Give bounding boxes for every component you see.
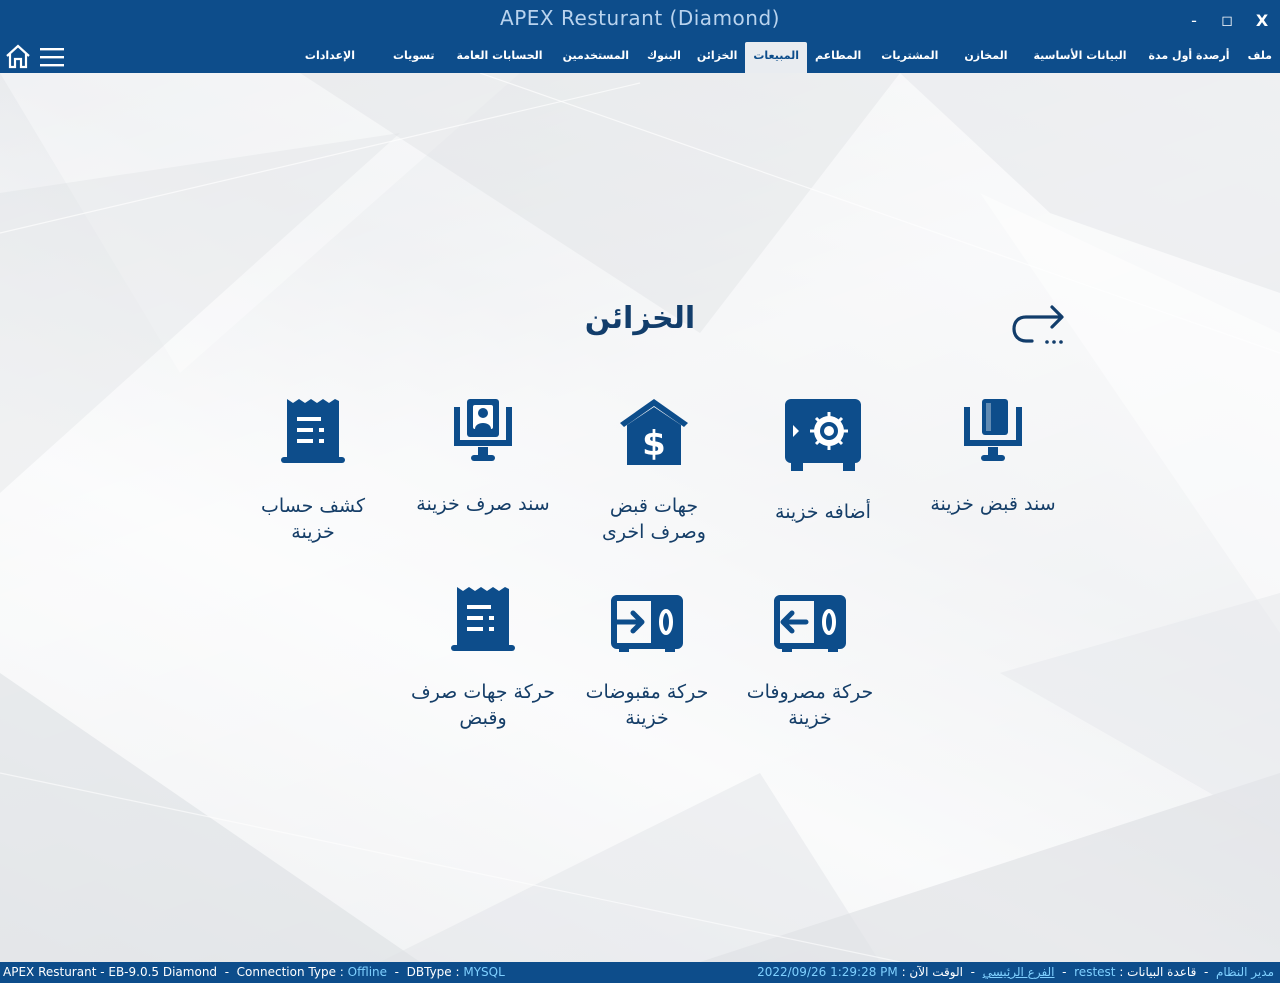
receipt-voucher-icon <box>964 399 1022 461</box>
menu-treasuries[interactable]: الخزائن <box>689 42 745 73</box>
main-menu: ملف أرصدة أول مدة البيانات الأساسية المخ… <box>293 42 1280 73</box>
menu-banks[interactable]: البنوك <box>639 42 689 73</box>
tile-treasury-statement[interactable]: كشف حساب خزينة <box>238 395 388 545</box>
statement-icon <box>281 399 345 463</box>
tile-expenses-movement[interactable]: حركة مصروفات خزينة <box>735 595 885 731</box>
status-separator: - <box>224 965 230 979</box>
safe-in-icon <box>611 595 683 652</box>
safe-out-icon <box>774 595 846 652</box>
status-separator: - <box>970 965 975 979</box>
tile-label: جهات قبض وصرف اخرى <box>579 493 729 545</box>
status-time-value: 2022/09/26 1:29:28 PM <box>757 965 898 979</box>
tile-parties-movement[interactable]: حركة جهات صرف وقبض <box>408 585 558 731</box>
menu-general-accounts[interactable]: الحسابات العامة <box>447 42 553 73</box>
tile-label: أضافه خزينة <box>775 501 871 523</box>
status-connection-label: Connection Type : <box>236 965 344 979</box>
movement-statement-icon <box>451 587 515 651</box>
status-bar: APEX Resturant - EB-9.0.5 Diamond - Conn… <box>0 962 1280 983</box>
payment-voucher-icon <box>454 399 512 461</box>
status-separator: - <box>1062 965 1067 979</box>
back-button[interactable] <box>1010 299 1070 347</box>
tile-receipts-movement[interactable]: حركة مقبوضات خزينة <box>572 595 722 731</box>
menu-stores[interactable]: المخازن <box>950 42 1021 73</box>
tile-label: حركة جهات صرف وقبض <box>408 679 558 731</box>
status-separator: - <box>1203 965 1209 979</box>
tile-label-line2: خزينة <box>788 707 832 729</box>
status-dbtype-label: DBType : <box>406 965 460 979</box>
tile-label-line1: حركة جهات صرف <box>410 681 556 703</box>
home-icon <box>6 44 30 69</box>
tile-label: حركة مصروفات خزينة <box>735 679 885 731</box>
minimize-button[interactable]: - <box>1181 8 1207 34</box>
safe-icon <box>785 399 861 471</box>
tile-label-line1: كشف حساب <box>260 495 366 517</box>
status-user: مدير النظام <box>1215 965 1274 979</box>
menu-basic-data[interactable]: البيانات الأساسية <box>1021 42 1138 73</box>
svg-text:$: $ <box>642 424 666 464</box>
home-button[interactable] <box>4 42 32 70</box>
status-dbtype-value: MYSQL <box>463 965 505 979</box>
menu-settings[interactable]: الإعدادات <box>293 42 381 73</box>
tile-label-line2: وقبض <box>459 707 507 729</box>
status-right: مدير النظام - قاعدة البيانات : restest -… <box>757 962 1274 983</box>
tile-label-line1: حركة مقبوضات <box>585 681 709 703</box>
status-connection-value: Offline <box>347 965 388 979</box>
status-time-label: الوقت الآن : <box>901 965 963 979</box>
tile-label: سند صرف خزينة <box>416 493 550 515</box>
tile-label-line2: وصرف اخرى <box>602 521 706 543</box>
menu-restaurants[interactable]: المطاعم <box>807 42 869 73</box>
tile-payment-voucher[interactable]: سند صرف خزينة <box>408 395 558 517</box>
close-button[interactable]: X <box>1249 8 1275 34</box>
menu-purchases[interactable]: المشتريات <box>869 42 950 73</box>
tile-label-line1: جهات قبض <box>609 495 699 517</box>
status-database-label: قاعدة البيانات : <box>1119 965 1197 979</box>
status-database-value: restest <box>1074 965 1116 979</box>
tile-label: كشف حساب خزينة <box>238 493 388 545</box>
menu-users[interactable]: المستخدمين <box>553 42 639 73</box>
status-separator: - <box>394 965 399 979</box>
menu-settlements[interactable]: تسويات <box>381 42 447 73</box>
tile-label-line2: خزينة <box>291 521 335 543</box>
tile-label-line1: حركة مصروفات <box>746 681 874 703</box>
tile-label: سند قبض خزينة <box>930 493 1056 515</box>
window-title: APEX Resturant (Diamond) <box>500 6 780 30</box>
page-title: الخزائن <box>584 301 696 336</box>
title-bar: APEX Resturant (Diamond) - ◻ X ملف أرصدة… <box>0 0 1280 73</box>
bank-dollar-icon: $ <box>620 399 688 465</box>
status-app-version: APEX Resturant - EB-9.0.5 Diamond <box>3 965 218 979</box>
status-branch-link[interactable]: الفرع الرئيسي <box>983 965 1055 979</box>
hamburger-icon <box>40 48 64 67</box>
maximize-button[interactable]: ◻ <box>1214 8 1240 34</box>
menu-opening-balances[interactable]: أرصدة أول مدة <box>1139 42 1240 73</box>
status-left: APEX Resturant - EB-9.0.5 Diamond - Conn… <box>3 962 505 983</box>
tile-label: حركة مقبوضات خزينة <box>572 679 722 731</box>
redo-arrow-icon <box>1012 305 1064 344</box>
main-content: الخزائن سند قبض خزينة أضافه خزينة $ جهات… <box>0 73 1280 962</box>
tile-add-treasury[interactable]: أضافه خزينة <box>748 395 898 525</box>
menu-file[interactable]: ملف <box>1240 42 1280 73</box>
tile-other-parties[interactable]: $ جهات قبض وصرف اخرى <box>579 395 729 545</box>
tile-receipt-voucher[interactable]: سند قبض خزينة <box>918 395 1068 517</box>
menu-toggle-button[interactable] <box>38 44 66 70</box>
tile-label-line2: خزينة <box>625 707 669 729</box>
menu-sales[interactable]: المبيعات <box>745 42 808 73</box>
